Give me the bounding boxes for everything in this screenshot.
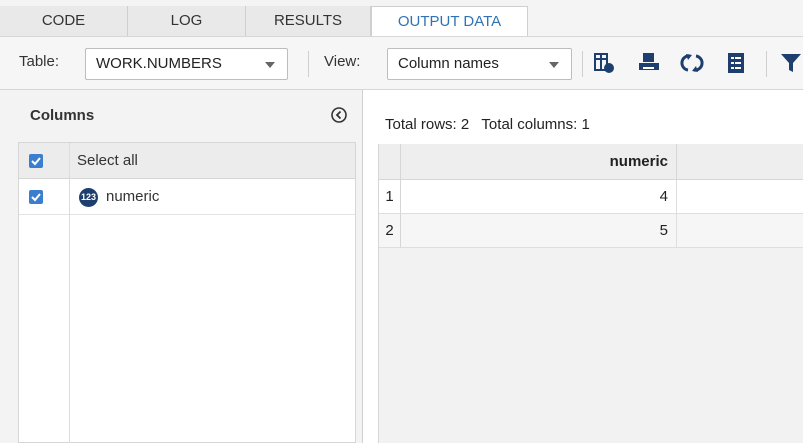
tab-code[interactable]: CODE (0, 6, 128, 36)
table-cell[interactable]: 4 (401, 180, 677, 213)
collapse-panel-icon[interactable] (330, 106, 348, 124)
columns-panel-title: Columns (30, 107, 95, 124)
tab-bar: CODE LOG RESULTS OUTPUT DATA (0, 0, 803, 36)
tab-results[interactable]: RESULTS (246, 6, 371, 36)
table-summary: Total rows: 2 Total columns: 1 (385, 116, 590, 133)
view-label: View: (324, 53, 361, 70)
toolbar: Table: WORK.NUMBERS View: Column names (0, 36, 803, 90)
view-select-value: Column names (398, 55, 499, 72)
empty-cell (677, 180, 803, 213)
tab-log[interactable]: LOG (128, 6, 246, 36)
toolbar-divider (308, 51, 309, 77)
chevron-down-icon (549, 62, 559, 68)
empty-cell (677, 214, 803, 247)
table-cell[interactable]: 5 (401, 214, 677, 247)
row-number: 1 (379, 180, 401, 213)
column-properties-icon[interactable] (592, 51, 616, 75)
data-panel: Total rows: 2 Total columns: 1 numeric 1… (363, 90, 803, 443)
toolbar-divider (766, 51, 767, 77)
toolbar-divider (582, 51, 583, 77)
row-header-corner (379, 144, 401, 180)
column-header-numeric[interactable]: numeric (401, 144, 677, 180)
table-properties-icon[interactable] (724, 51, 748, 75)
filter-icon[interactable] (779, 51, 803, 75)
table-select[interactable]: WORK.NUMBERS (85, 48, 288, 80)
columns-list: Select all 123 numeric (18, 142, 356, 443)
print-icon[interactable] (637, 51, 661, 75)
row-number: 2 (379, 214, 401, 247)
refresh-icon[interactable] (680, 51, 704, 75)
table-row[interactable]: 1 4 (379, 180, 803, 214)
table-row[interactable]: 2 5 (379, 214, 803, 248)
column-name: numeric (106, 188, 160, 205)
column-divider (69, 143, 70, 443)
table-select-value: WORK.NUMBERS (96, 55, 222, 72)
view-select[interactable]: Column names (387, 48, 572, 80)
tab-output-data[interactable]: OUTPUT DATA (371, 6, 528, 36)
column-checkbox[interactable] (29, 190, 43, 204)
select-all-label: Select all (77, 152, 138, 169)
select-all-checkbox[interactable] (29, 154, 43, 168)
table-label: Table: (19, 53, 60, 70)
chevron-down-icon (265, 62, 275, 68)
columns-panel: Columns Select all 123 numeric (0, 90, 363, 443)
data-grid: numeric 1 4 2 5 (378, 144, 803, 443)
grid-header: numeric (379, 144, 803, 180)
numeric-type-icon: 123 (79, 188, 98, 207)
